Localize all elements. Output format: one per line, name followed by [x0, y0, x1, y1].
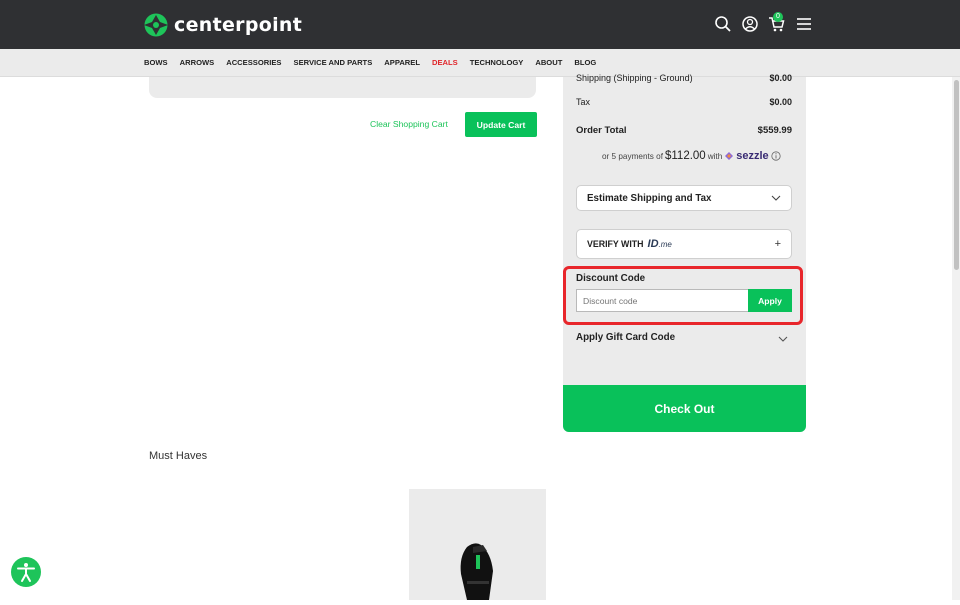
plus-icon: +: [774, 238, 781, 250]
idme-logo-suffix: .me: [658, 239, 672, 249]
accessibility-button[interactable]: [11, 557, 41, 587]
tax-label: Tax: [576, 97, 591, 107]
search-icon[interactable]: [714, 14, 732, 34]
shipping-value: $0.00: [769, 73, 792, 83]
tax-row: Tax $0.00: [576, 97, 792, 107]
nav-item-about[interactable]: ABOUT: [535, 58, 562, 67]
tax-value: $0.00: [769, 97, 792, 107]
nav-item-deals[interactable]: DEALS: [432, 58, 458, 67]
product-image: [460, 543, 493, 600]
nav-item-accessories[interactable]: ACCESSORIES: [226, 58, 281, 67]
verify-idme-toggle[interactable]: VERIFY WITH ID .me +: [576, 229, 792, 259]
verify-idme-content: VERIFY WITH ID .me: [587, 238, 672, 250]
accessibility-icon: [17, 563, 35, 582]
nav-item-arrows[interactable]: ARROWS: [180, 58, 215, 67]
update-cart-button[interactable]: Update Cart: [465, 112, 537, 137]
cart-count-badge: 0: [773, 12, 783, 22]
centerpoint-logo-icon: [144, 13, 168, 37]
discount-code-label: Discount Code: [576, 273, 646, 284]
sezzle-amount: $112.00: [664, 150, 706, 162]
main-nav: BOWS ARROWS ACCESSORIES SERVICE AND PART…: [0, 49, 960, 77]
sezzle-prefix: or 5 payments of: [602, 151, 663, 161]
sezzle-with: with: [707, 151, 723, 161]
site-header: centerpoint 0: [0, 0, 960, 49]
nav-item-bows[interactable]: BOWS: [144, 58, 168, 67]
checkout-button[interactable]: Check Out: [563, 385, 806, 432]
account-icon[interactable]: [741, 14, 759, 34]
scrollbar-thumb[interactable]: [954, 80, 959, 270]
discount-code-input[interactable]: [576, 289, 749, 312]
nav-item-service-and-parts[interactable]: SERVICE AND PARTS: [294, 58, 373, 67]
gift-card-toggle[interactable]: Apply Gift Card Code: [576, 332, 788, 343]
clear-cart-link[interactable]: Clear Shopping Cart: [370, 119, 448, 129]
shipping-label: Shipping (Shipping - Ground): [576, 73, 693, 83]
nav-item-apparel[interactable]: APPAREL: [384, 58, 420, 67]
chevron-down-icon: [771, 195, 781, 201]
apply-discount-button[interactable]: Apply: [748, 289, 792, 312]
sezzle-brand: sezzle: [736, 150, 769, 162]
cart-items-box: [149, 77, 536, 98]
sezzle-logo-icon: [725, 152, 734, 160]
sezzle-installments: or 5 payments of $112.00 with sezzle: [602, 150, 781, 162]
order-total-value: $559.99: [757, 125, 792, 136]
idme-logo: ID: [647, 238, 659, 250]
menu-icon[interactable]: [795, 14, 813, 34]
gift-card-label: Apply Gift Card Code: [576, 332, 676, 343]
estimate-shipping-label: Estimate Shipping and Tax: [587, 192, 712, 204]
logo[interactable]: centerpoint: [142, 13, 302, 37]
verify-label: VERIFY WITH: [587, 239, 644, 249]
order-total-row: Order Total $559.99: [576, 125, 792, 136]
logo-text: centerpoint: [174, 14, 303, 36]
must-haves-title: Must Haves: [149, 450, 208, 462]
nav-item-blog[interactable]: BLOG: [574, 58, 596, 67]
product-card[interactable]: [409, 489, 546, 600]
nav-item-technology[interactable]: TECHNOLOGY: [470, 58, 524, 67]
chevron-down-icon: [778, 336, 788, 342]
estimate-shipping-toggle[interactable]: Estimate Shipping and Tax: [576, 185, 792, 211]
info-icon[interactable]: [771, 151, 781, 161]
shipping-row: Shipping (Shipping - Ground) $0.00: [576, 73, 792, 83]
order-total-label: Order Total: [576, 125, 627, 136]
